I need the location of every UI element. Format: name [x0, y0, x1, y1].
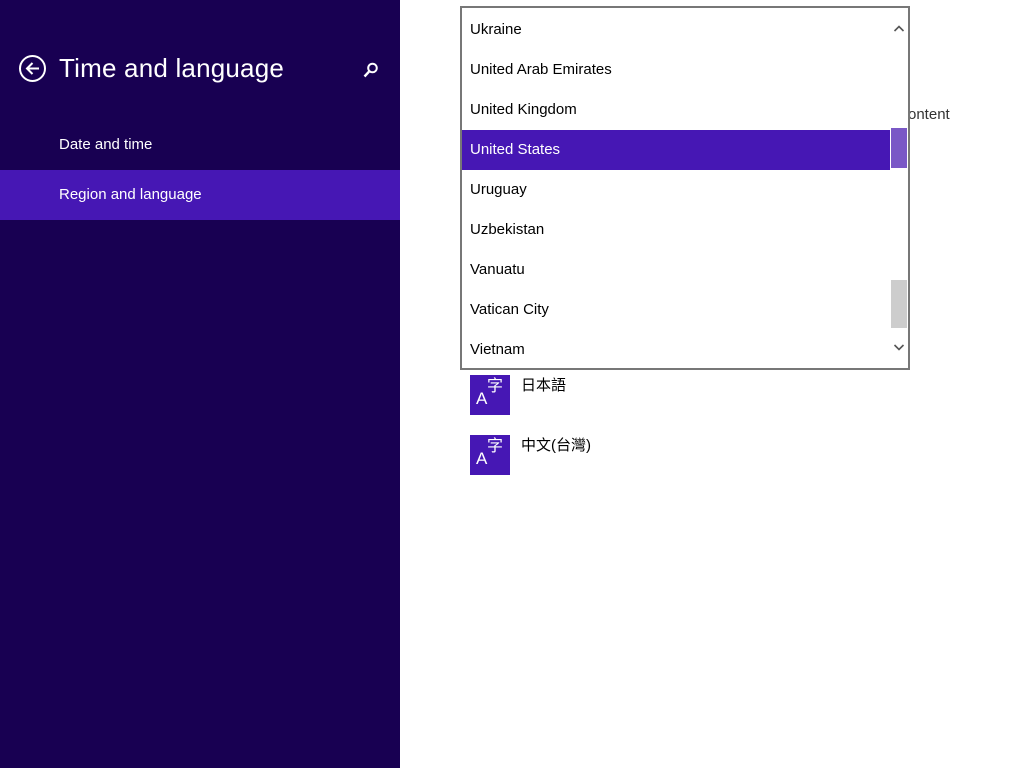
scroll-down-button[interactable]: [890, 338, 908, 356]
language-icon-latin-glyph: A: [476, 389, 488, 408]
country-options: Ukraine United Arab Emirates United King…: [462, 10, 892, 370]
country-option[interactable]: Uzbekistan: [462, 210, 892, 250]
country-option[interactable]: United Arab Emirates: [462, 50, 892, 90]
language-icon-kanji-glyph: 字: [487, 378, 504, 395]
country-option[interactable]: Vietnam: [462, 330, 892, 370]
language-icon-kanji-glyph: 字: [487, 438, 504, 455]
page-title: Time and language: [59, 53, 285, 83]
country-option[interactable]: Uruguay: [462, 170, 892, 210]
sidebar: Time and language Date and time Region a…: [0, 0, 400, 768]
back-button[interactable]: [19, 55, 46, 82]
country-option[interactable]: Vatican City: [462, 290, 892, 330]
language-name: 日本語: [521, 377, 567, 394]
search-button[interactable]: [362, 61, 380, 79]
scrollbar[interactable]: [890, 8, 908, 368]
language-icon-latin-glyph: A: [476, 449, 488, 468]
scrollbar-thumb[interactable]: [891, 280, 907, 328]
country-option[interactable]: Ukraine: [462, 10, 892, 50]
chevron-up-icon: [893, 25, 905, 32]
language-name: 中文(台灣): [521, 437, 591, 454]
back-arrow-icon: [25, 62, 39, 75]
language-icon: A 字: [470, 375, 510, 415]
nav-item-date-and-time[interactable]: Date and time: [0, 120, 400, 170]
country-option-selected[interactable]: United States: [462, 130, 892, 170]
search-icon: [363, 62, 378, 78]
country-option[interactable]: Vanuatu: [462, 250, 892, 290]
partial-label-text: ontent: [908, 106, 950, 123]
scrollbar-selection-highlight: [891, 128, 907, 168]
nav-item-region-and-language[interactable]: Region and language: [0, 170, 400, 220]
country-dropdown-list[interactable]: Ukraine United Arab Emirates United King…: [460, 6, 910, 370]
country-option[interactable]: United Kingdom: [462, 90, 892, 130]
chevron-down-icon: [893, 344, 905, 351]
scroll-up-button[interactable]: [890, 20, 908, 38]
language-icon: A 字: [470, 435, 510, 475]
